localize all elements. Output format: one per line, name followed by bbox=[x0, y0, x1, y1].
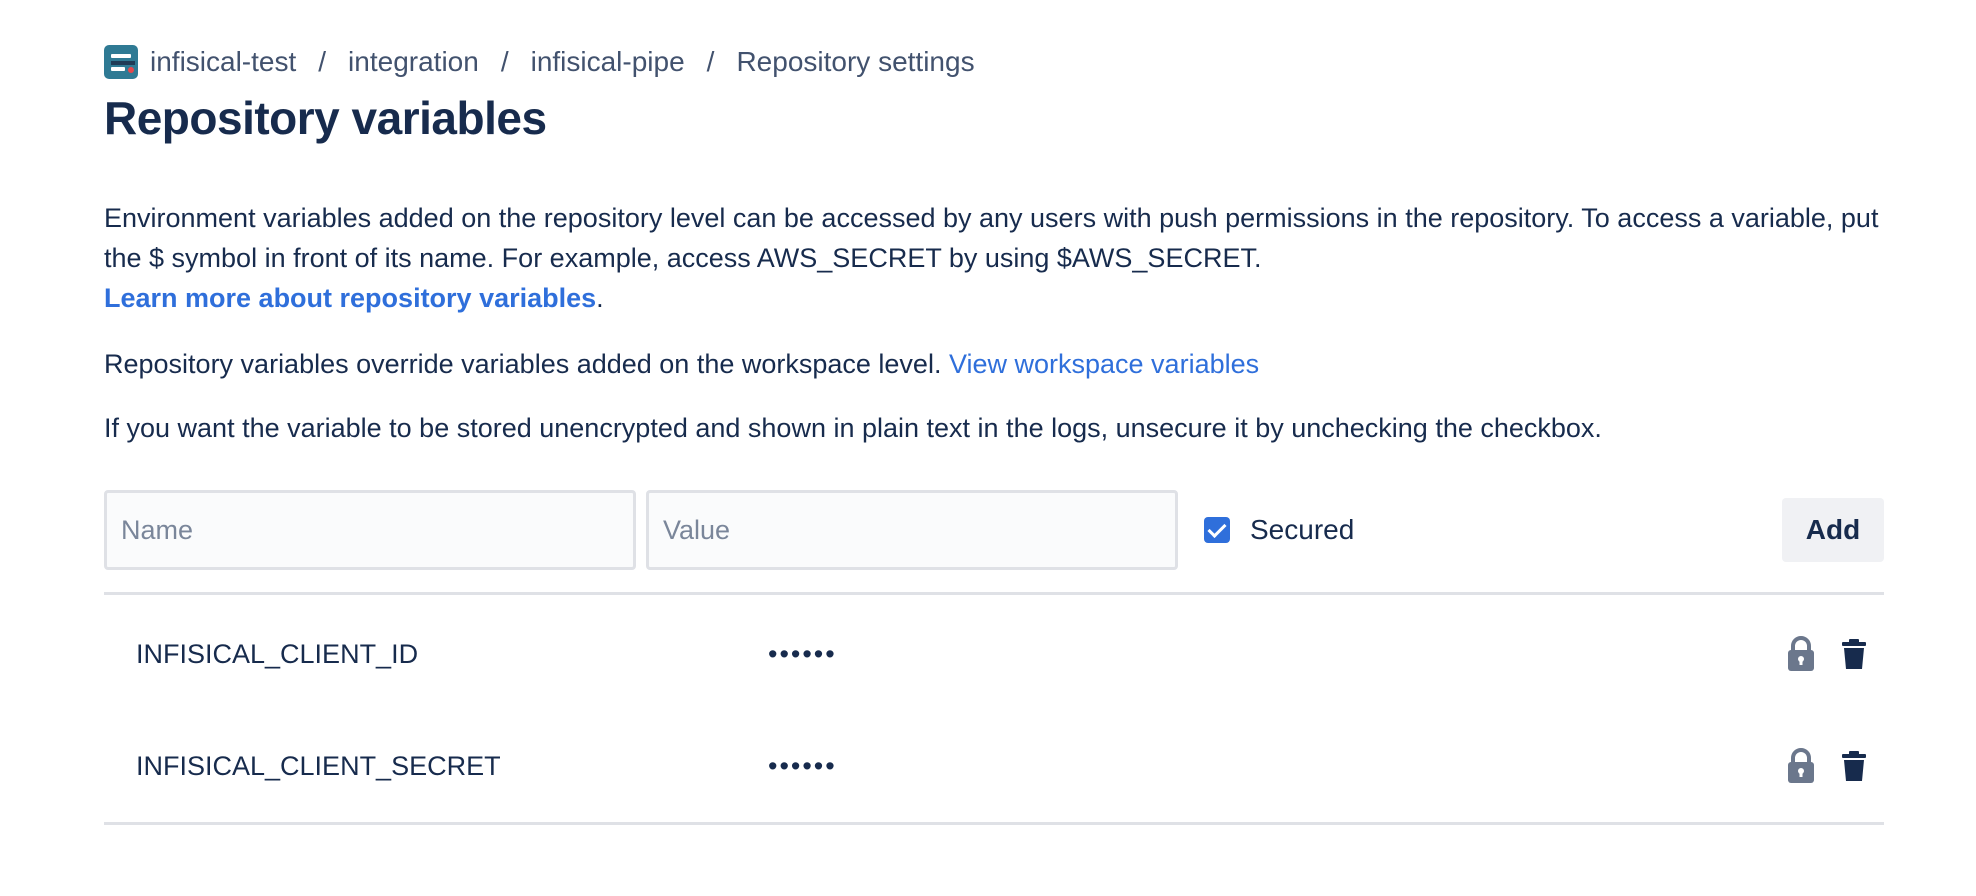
variable-row: INFISICAL_CLIENT_SECRET •••••• bbox=[104, 726, 1884, 806]
breadcrumb-workspace[interactable]: infisical-test bbox=[150, 46, 296, 78]
table-bottom-divider bbox=[104, 822, 1884, 825]
view-workspace-variables-link[interactable]: View workspace variables bbox=[949, 349, 1259, 379]
trash-icon[interactable] bbox=[1840, 750, 1868, 782]
breadcrumb-current[interactable]: Repository settings bbox=[736, 46, 974, 78]
override-paragraph: Repository variables override variables … bbox=[104, 344, 1884, 384]
page-title: Repository variables bbox=[104, 92, 547, 144]
breadcrumb-separator: / bbox=[318, 46, 327, 77]
variable-name: INFISICAL_CLIENT_ID bbox=[136, 639, 419, 669]
breadcrumb-repository[interactable]: infisical-pipe bbox=[531, 46, 685, 78]
variable-row: INFISICAL_CLIENT_ID •••••• bbox=[104, 614, 1884, 694]
override-text: Repository variables override variables … bbox=[104, 349, 942, 379]
variable-name-input[interactable] bbox=[104, 490, 636, 570]
learn-more-suffix: . bbox=[596, 283, 604, 313]
breadcrumb-separator: / bbox=[500, 46, 509, 77]
add-button[interactable]: Add bbox=[1782, 498, 1884, 562]
variable-name: INFISICAL_CLIENT_SECRET bbox=[136, 751, 501, 781]
variable-masked-value: •••••• bbox=[768, 751, 837, 781]
variable-masked-value: •••••• bbox=[768, 639, 837, 669]
variable-value-input[interactable] bbox=[646, 490, 1178, 570]
breadcrumb-project[interactable]: integration bbox=[348, 46, 479, 78]
table-top-divider bbox=[104, 592, 1884, 595]
secured-label: Secured bbox=[1250, 514, 1355, 545]
lock-icon[interactable] bbox=[1786, 748, 1816, 784]
add-variable-form: Secured Add bbox=[104, 490, 1884, 570]
intro-paragraph: Environment variables added on the repos… bbox=[104, 198, 1884, 318]
repository-avatar-icon[interactable] bbox=[104, 45, 138, 79]
breadcrumb: infisical-test / integration / infisical… bbox=[104, 44, 975, 80]
secured-checkbox-label[interactable]: Secured bbox=[1204, 490, 1354, 570]
breadcrumb-separator: / bbox=[706, 46, 715, 77]
unsecure-paragraph: If you want the variable to be stored un… bbox=[104, 413, 1602, 443]
lock-icon[interactable] bbox=[1786, 636, 1816, 672]
learn-more-link[interactable]: Learn more about repository variables bbox=[104, 283, 596, 313]
secured-checkbox[interactable] bbox=[1204, 517, 1230, 543]
trash-icon[interactable] bbox=[1840, 638, 1868, 670]
intro-text: Environment variables added on the repos… bbox=[104, 203, 1879, 273]
